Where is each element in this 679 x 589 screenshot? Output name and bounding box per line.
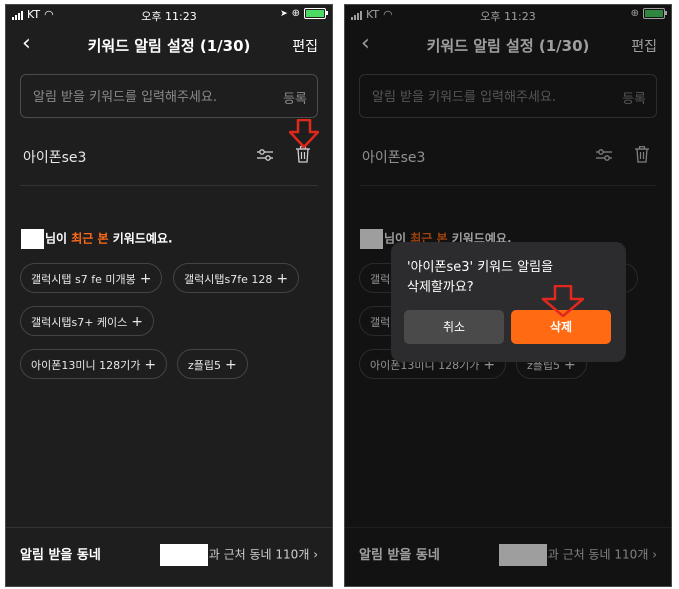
sliders-icon[interactable] xyxy=(257,148,273,162)
neighborhood-value: 과 근처 동네 110개 › xyxy=(159,544,318,566)
recent-suffix: 키워드예요. xyxy=(108,231,173,246)
recent-keyword-chip[interactable]: 갤럭시탭s7+ 케이스+ xyxy=(20,306,155,336)
redacted-username xyxy=(21,229,44,249)
dialog-message-line1: '아이폰se3' 키워드 알림을 xyxy=(407,260,554,275)
dialog-message-line2: 삭제할까요? xyxy=(407,280,474,295)
recent-keyword-chip[interactable]: z플립5 + xyxy=(177,349,248,379)
annotation-arrow-icon xyxy=(541,285,585,317)
plus-icon: + xyxy=(225,357,237,373)
divider xyxy=(20,185,318,186)
plus-icon: + xyxy=(144,357,157,373)
recent-keyword-chip[interactable]: 아이폰13미니 128기가 + xyxy=(20,349,168,379)
keyword-row: 아이폰se3 xyxy=(6,135,332,175)
cancel-button[interactable]: 취소 xyxy=(404,310,504,344)
delete-confirm-dialog: '아이폰se3' 키워드 알림을 삭제할까요? 취소 삭제 xyxy=(391,242,626,362)
annotation-arrow-icon xyxy=(289,119,319,149)
redacted-neighborhood xyxy=(159,544,208,566)
neighborhood-label: 알림 받을 동네 xyxy=(20,548,101,563)
neighborhood-bar[interactable]: 알림 받을 동네 과 근처 동네 110개 › xyxy=(6,527,332,586)
chip-label: z플립5 xyxy=(188,359,222,372)
recent-keyword-chip[interactable]: 갤럭시탭 s7 fe 미개봉+ xyxy=(20,263,163,293)
plus-icon: + xyxy=(276,271,289,287)
keyword-input[interactable] xyxy=(31,75,265,119)
phone-screen-delete-dialog: KT ◠ 오후 11:23 ⊕ ‹ 키워드 알림 설정 (1/30) 편집 등록… xyxy=(344,4,672,587)
keyword-input-box: 등록 xyxy=(20,74,318,119)
status-bar: KT ◠ 오후 11:23 ➤ ⊕ xyxy=(6,5,332,25)
phone-screen-keyword-settings: KT ◠ 오후 11:23 ➤ ⊕ ‹ 키워드 알림 설정 (1/30) 편집 … xyxy=(5,4,333,587)
chevron-right-icon: › xyxy=(313,547,318,562)
battery-icon xyxy=(304,8,328,19)
location-icon: ➤ xyxy=(280,8,288,19)
plus-icon: + xyxy=(131,314,144,330)
edit-button[interactable]: 편집 xyxy=(292,36,318,56)
page-title: 키워드 알림 설정 (1/30) xyxy=(87,37,251,55)
recent-highlight: 최근 본 xyxy=(71,231,109,246)
dialog-message: '아이폰se3' 키워드 알림을 삭제할까요? xyxy=(407,258,553,298)
plus-icon: + xyxy=(139,271,152,287)
keyword-label: 아이폰se3 xyxy=(23,150,87,166)
chip-label: 갤럭시탭s7+ 케이스 xyxy=(31,316,128,329)
chip-label: 갤럭시탭s7fe 128 xyxy=(184,273,273,286)
nav-header: ‹ 키워드 알림 설정 (1/30) 편집 xyxy=(6,27,332,63)
register-button[interactable]: 등록 xyxy=(283,88,307,107)
chip-label: 갤럭시탭 s7 fe 미개봉 xyxy=(31,273,136,286)
chip-label: 아이폰13미니 128기가 xyxy=(31,359,141,372)
orientation-lock-icon: ⊕ xyxy=(291,8,300,19)
recent-prefix: 님이 xyxy=(45,231,72,246)
recent-keyword-chip[interactable]: 갤럭시탭s7fe 128+ xyxy=(173,263,300,293)
recent-keywords-heading: 님이 최근 본 키워드예요. xyxy=(21,229,173,249)
neighborhood-count: 과 근처 동네 110개 xyxy=(208,547,310,562)
